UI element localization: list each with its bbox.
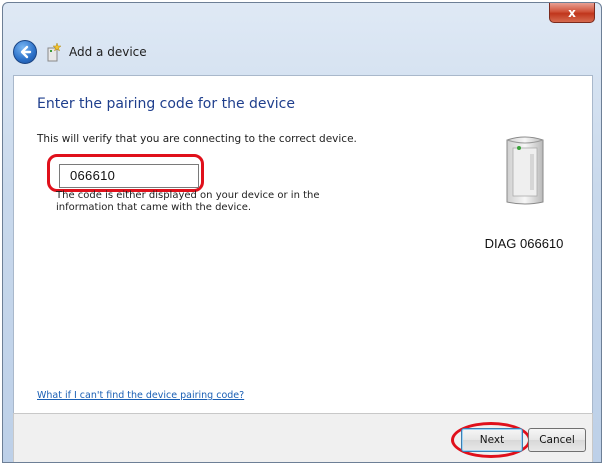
close-button[interactable]: x <box>549 3 595 23</box>
pairing-code-field[interactable]: 066610 <box>59 164 199 188</box>
add-device-icon <box>47 42 62 62</box>
content-panel: Enter the pairing code for the device Th… <box>13 75 593 413</box>
pairing-code-help-link[interactable]: What if I can't find the device pairing … <box>37 390 244 401</box>
description: This will verify that you are connecting… <box>37 133 357 145</box>
page-title: Add a device <box>69 45 147 59</box>
device-name: DIAG 066610 <box>484 236 564 251</box>
add-device-window: x Add a device Enter the pairing code fo… <box>2 2 602 463</box>
back-arrow-icon <box>20 45 32 59</box>
close-icon: x <box>568 5 576 20</box>
next-button[interactable]: Next <box>461 428 523 452</box>
cancel-button[interactable]: Cancel <box>528 428 586 452</box>
device-icon <box>506 136 544 205</box>
header: Add a device <box>3 31 601 75</box>
footer: Next Cancel <box>13 413 593 462</box>
back-button[interactable] <box>13 40 37 64</box>
code-help-text: The code is either displayed on your dev… <box>56 190 320 213</box>
main-heading: Enter the pairing code for the device <box>37 96 295 112</box>
